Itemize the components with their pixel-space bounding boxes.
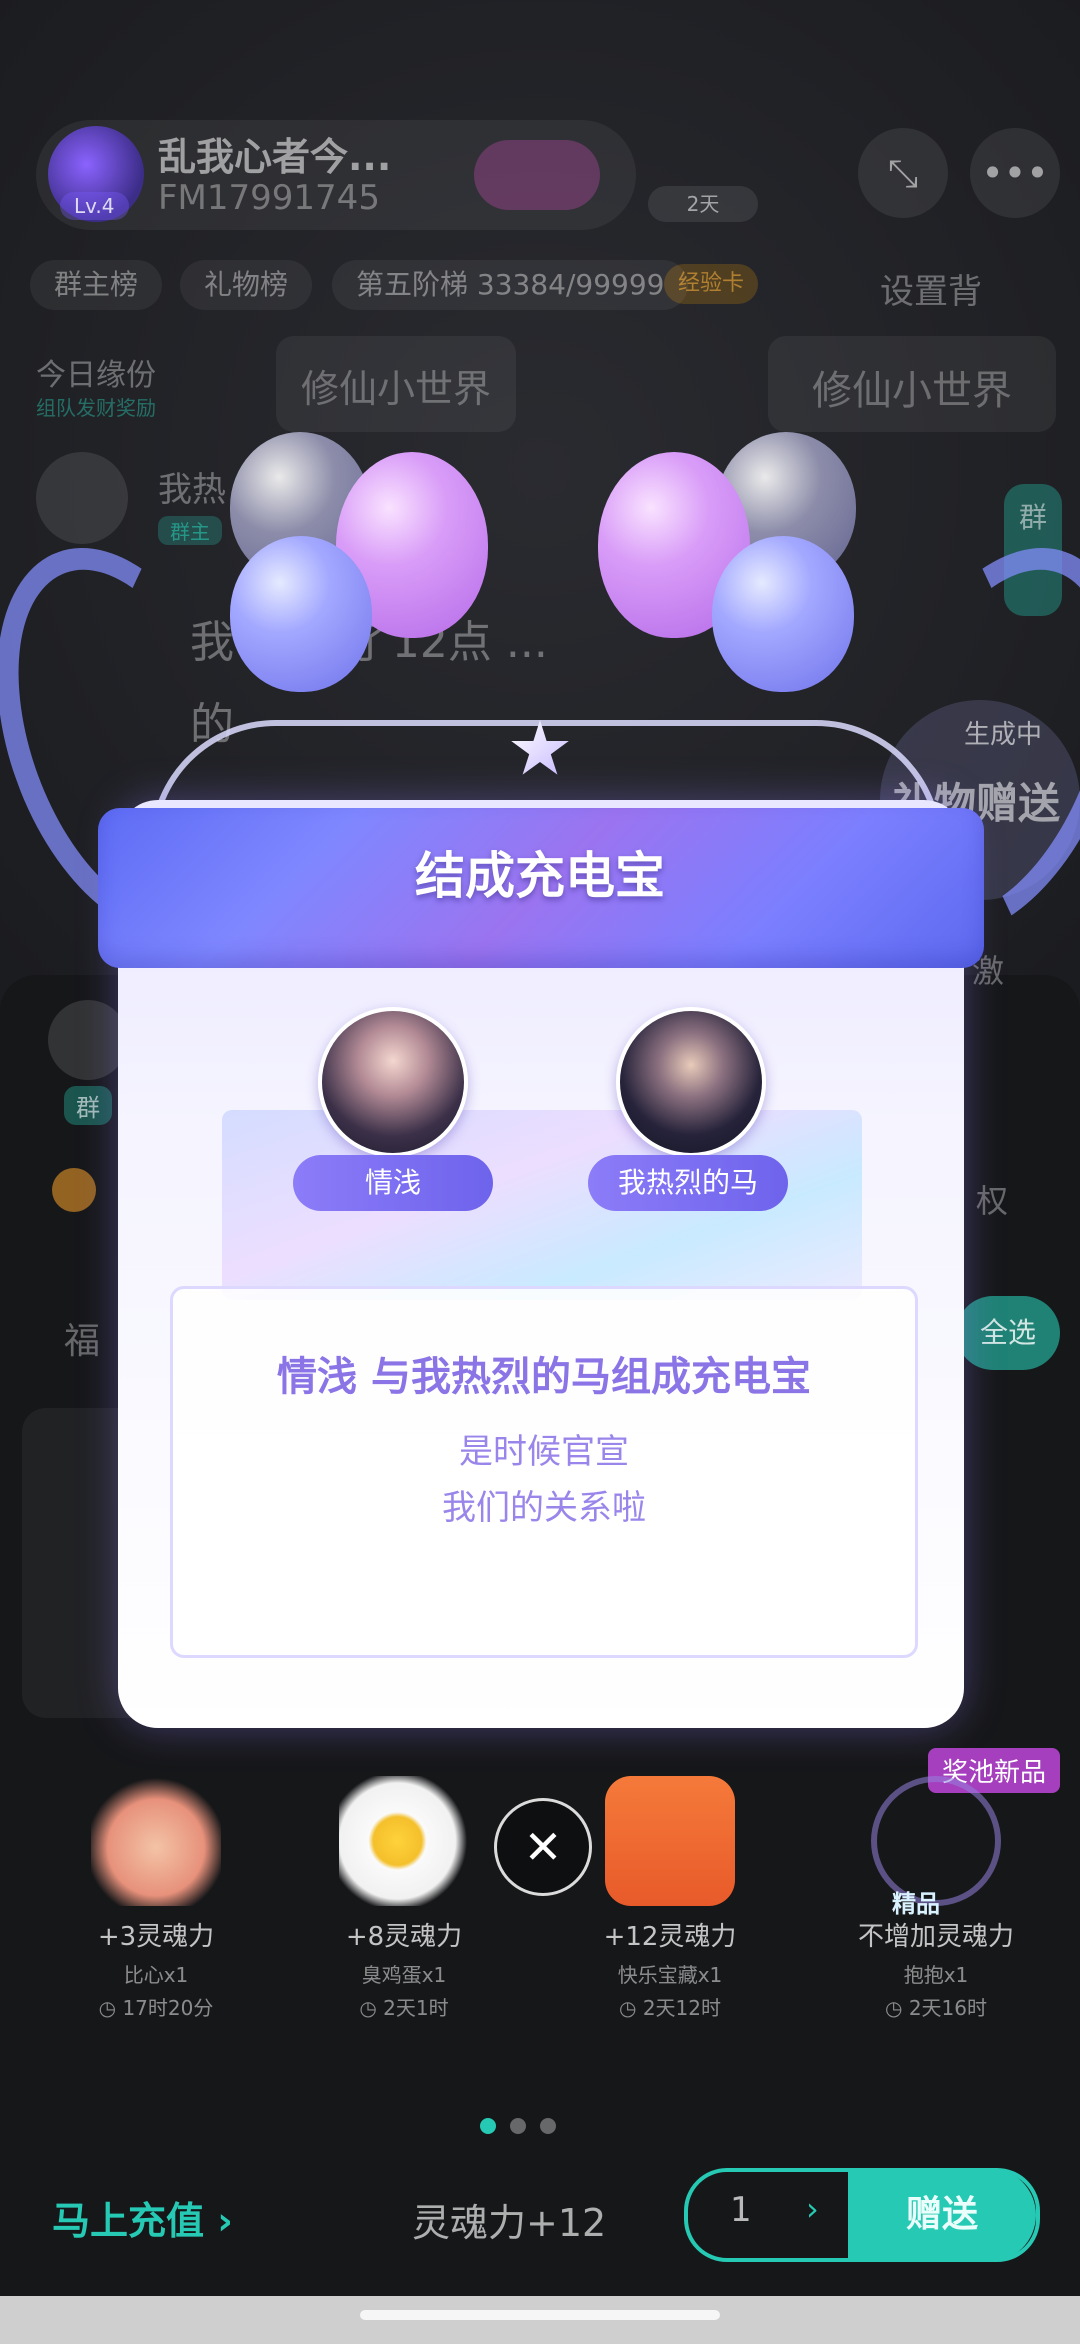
chip-gift-rank[interactable]: 礼物榜 — [180, 260, 313, 310]
gift-item-heart[interactable]: +3灵魂力 比心x1 ◷ 17时20分 — [46, 1776, 266, 2021]
gift-time: ◷ 2天1时 — [359, 1996, 449, 2020]
gift-name: 臭鸡蛋x1 — [361, 1963, 447, 1987]
clock-icon: ◷ — [885, 1996, 909, 2020]
message-line-1: 情浅 与我热烈的马组成充电宝 — [277, 1354, 811, 1400]
gift-name: 快乐宝藏x1 — [617, 1963, 723, 1987]
gift-power: 不增加灵魂力 — [857, 1922, 1014, 1952]
gift-item-hug[interactable]: 精品 不增加灵魂力 抱抱x1 ◷ 2天16时 — [826, 1776, 1046, 2021]
right-label[interactable]: 权 — [976, 1176, 1008, 1222]
owner-name: 我热 — [158, 470, 226, 510]
quantity-value[interactable]: 1 — [730, 2190, 752, 2230]
select-all-button[interactable]: 全选 — [956, 1296, 1060, 1370]
minimize-button[interactable]: ⤡ — [858, 128, 948, 218]
avatar-user-b[interactable] — [616, 1007, 766, 1157]
send-button[interactable]: 赠送 — [848, 2168, 1036, 2262]
owner-avatar[interactable] — [36, 452, 128, 544]
name-pill-user-a: 情浅 — [293, 1155, 493, 1211]
settings-label[interactable]: 设置背 — [880, 264, 982, 313]
panel-avatar[interactable] — [48, 1000, 128, 1080]
gift-name: 比心x1 — [123, 1963, 189, 1987]
panel-badge: 群 — [64, 1086, 112, 1125]
owner-badge: 群主 — [158, 516, 222, 545]
soul-power-total: 灵魂力+12 — [412, 2201, 607, 2245]
popup-title: 结成充电宝 — [415, 847, 665, 905]
gift-time: ◷ 17时20分 — [98, 1996, 214, 2020]
message-line-2: 是时候官宣 — [459, 1432, 629, 1472]
minimize-icon: ⤡ — [887, 151, 919, 195]
recharge-link[interactable]: 马上充值 › — [52, 2190, 233, 2245]
world-banner-text: 修仙小世界 — [300, 367, 491, 411]
gift-item-egg[interactable]: +8灵魂力 臭鸡蛋x1 ◷ 2天1时 — [294, 1776, 514, 2021]
welfare-label: 福 — [64, 1321, 101, 1362]
system-nav-strip — [0, 2296, 1080, 2344]
gift-time: ◷ 2天12时 — [619, 1996, 721, 2020]
room-title: 乱我心者今... — [158, 135, 392, 179]
days-pill: 2天 — [648, 186, 758, 222]
level-card-chip: 经验卡 — [664, 264, 759, 304]
name-pill-user-b: 我热烈的马 — [588, 1155, 788, 1211]
follow-button[interactable] — [474, 140, 600, 210]
room-id: FM17991745 — [158, 178, 380, 218]
page-dot[interactable] — [510, 2118, 526, 2134]
room-level-badge: Lv.4 — [60, 192, 129, 220]
gift-power: +8灵魂力 — [345, 1922, 463, 1952]
balloon-blue-right — [712, 536, 854, 692]
clock-icon: ◷ — [98, 1996, 123, 2020]
gift-item-treasure[interactable]: +12灵魂力 快乐宝藏x1 ◷ 2天12时 — [560, 1776, 780, 2021]
gift-time: ◷ 2天16时 — [885, 1996, 987, 2020]
fried-egg-icon — [339, 1776, 469, 1906]
more-icon: ••• — [981, 151, 1049, 195]
balloon-blue-left — [230, 536, 372, 692]
clock-icon: ◷ — [359, 1996, 384, 2020]
coin-icon — [52, 1168, 96, 1212]
page-indicator — [480, 2118, 570, 2138]
chip-owner-rank[interactable]: 群主榜 — [30, 260, 163, 310]
finger-heart-icon — [91, 1776, 221, 1906]
home-indicator[interactable] — [360, 2310, 720, 2320]
world-banner-text-right: 修仙小世界 — [812, 368, 1012, 414]
gift-power: +12灵魂力 — [603, 1922, 737, 1952]
today-label: 今日缘份 — [36, 358, 156, 393]
message-line-3: 我们的关系啦 — [442, 1488, 646, 1528]
clock-icon: ◷ — [619, 1996, 643, 2020]
world-banner-left[interactable]: 修仙小世界 — [276, 336, 516, 432]
avatar-user-a[interactable] — [318, 1007, 468, 1157]
today-sub: 组队发财奖励 — [36, 396, 156, 420]
gift-power: +3灵魂力 — [97, 1922, 215, 1952]
page-dot[interactable] — [540, 2118, 556, 2134]
premium-label: 精品 — [892, 1890, 940, 1918]
world-banner-right[interactable]: 修仙小世界 — [768, 336, 1056, 432]
close-icon: ✕ — [523, 1820, 563, 1874]
treasure-box-icon — [605, 1776, 735, 1906]
chip-tier[interactable]: 第五阶梯 33384/99999 — [332, 260, 689, 310]
quantity-arrow-icon[interactable]: › — [806, 2190, 819, 2228]
more-button[interactable]: ••• — [970, 128, 1060, 218]
gift-name: 抱抱x1 — [903, 1963, 969, 1987]
page-dot-active[interactable] — [480, 2118, 496, 2134]
